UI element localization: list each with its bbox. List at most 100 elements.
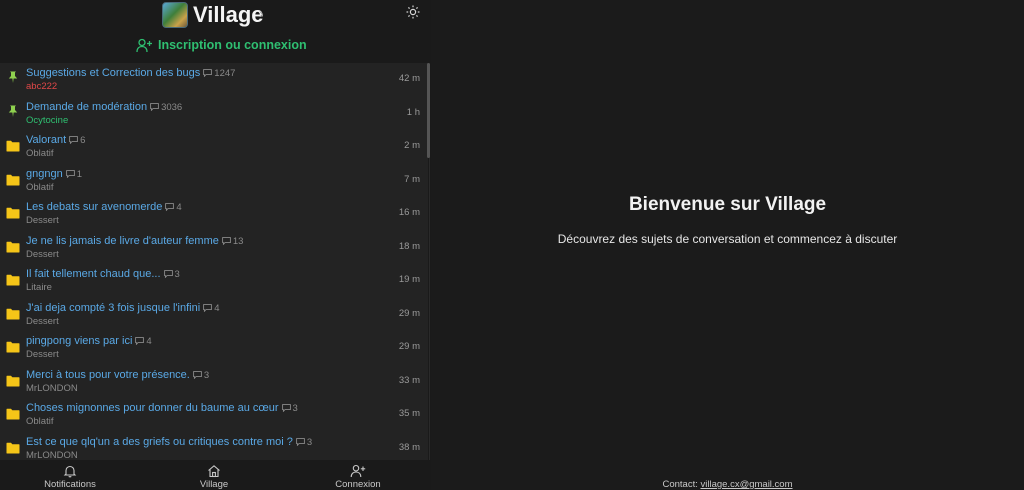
reply-count: 1 [65,168,83,180]
comment-icon [163,269,175,280]
comment-icon [222,236,233,247]
chevron-right-icon[interactable]: › [259,5,264,21]
topic-author[interactable]: Ocytocine [26,115,68,126]
reply-count: 4 [203,303,219,314]
topic-row[interactable]: Suggestions et Correction des bugs 1247 ab… [0,63,428,97]
topic-title[interactable]: Merci à tous pour votre présence. 3 [26,369,209,382]
topic-title[interactable]: Est ce que qlq'un a des griefs ou critiq… [26,436,312,449]
login-button[interactable]: Inscription ou connexion [136,36,307,54]
comment-icon [193,370,204,381]
topic-row[interactable]: pingpong viens par ici 4 Dessert 29 m [0,331,428,365]
topic-title-text: gngngn [26,167,63,180]
folder-icon [6,441,20,453]
reply-count: 1247 [203,68,235,79]
topic-author[interactable]: Oblatif [26,416,53,427]
reply-count-value: 4 [214,302,220,314]
comment-icon [65,169,77,180]
nav-notifications-label: Notifications [44,479,96,490]
topic-row[interactable]: Je ne lis jamais de livre d'auteur femme… [0,231,428,265]
reply-count: 3 [163,269,180,280]
topic-title[interactable]: gngngn 1 [26,168,82,181]
folder-icon [6,307,20,319]
reply-count-value: 3 [203,369,210,381]
folder-icon [6,139,20,152]
topic-author[interactable]: Dessert [26,316,59,327]
topic-time: 1 h [406,106,420,118]
topic-row[interactable]: Les debats sur avenomerde 4 Dessert 16 m [0,197,428,231]
user-plus-icon [350,464,366,478]
topic-title[interactable]: Suggestions et Correction des bugs 1247 [26,67,235,80]
topic-title[interactable]: J'ai deja compté 3 fois jusque l'infini 4 [26,302,219,315]
topic-time: 35 m [398,408,420,419]
reply-count-value: 6 [80,135,86,146]
reply-count-value: 1 [76,168,83,180]
village-logo[interactable] [162,2,188,28]
reply-count-value: 1247 [214,68,236,79]
topic-time: 16 m [398,207,420,218]
reply-count: 4 [165,202,182,213]
topic-row[interactable]: Il fait tellement chaud que... 3 Litaire 19… [0,264,428,298]
topic-author[interactable]: MrLONDON [26,450,78,461]
folder-icon [6,206,20,219]
topic-time: 19 m [398,274,420,285]
bell-icon [63,465,77,478]
topic-title[interactable]: Je ne lis jamais de livre d'auteur femme… [26,235,243,248]
scrollbar[interactable] [427,63,430,158]
topic-author[interactable]: abc222 [26,81,57,92]
topic-time: 2 m [404,140,420,151]
comment-icon [281,403,293,414]
topic-time: 33 m [398,374,420,386]
nav-village[interactable]: Village [164,464,264,490]
pin-icon [6,70,20,83]
topic-row[interactable]: Merci à tous pour votre présence. 3 MrLOND… [0,365,428,399]
reply-count-value: 3 [174,269,180,280]
topic-title-text: Suggestions et Correction des bugs [26,67,201,79]
reply-count: 4 [135,336,152,347]
reply-count: 6 [69,135,85,146]
topic-title[interactable]: Valorant 6 [26,134,85,147]
topic-title[interactable]: Les debats sur avenomerde 4 [26,201,182,214]
topic-row[interactable]: Est ce que qlq'un a des griefs ou critiq… [0,432,428,461]
nav-connexion[interactable]: Connexion [308,464,408,490]
topic-row[interactable]: Demande de modération 3036 Ocytocine 1 h [0,97,428,131]
contact-email-link[interactable]: village.cx@gmail.com [701,479,793,490]
reply-count-value: 3 [292,403,298,414]
topic-author[interactable]: Oblatif [26,148,53,159]
topic-title-text: Les debats sur avenomerde [26,201,163,213]
topic-author[interactable]: Dessert [26,249,59,260]
topic-author[interactable]: Oblatif [26,182,53,193]
comment-icon [69,135,80,146]
topic-title[interactable]: Il fait tellement chaud que... 3 [26,268,180,281]
topic-title-text: Choses mignonnes pour donner du baume au… [26,402,279,414]
pin-icon [6,104,20,117]
topic-title[interactable]: pingpong viens par ici 4 [26,335,152,348]
topic-title[interactable]: Choses mignonnes pour donner du baume au… [26,402,298,415]
main-panel: Bienvenue sur Village Découvrez des suje… [431,0,1024,490]
nav-connexion-label: Connexion [335,479,381,490]
topic-row[interactable]: Valorant 6 Oblatif 2 m [0,130,428,164]
topic-title[interactable]: Demande de modération 3036 [26,101,182,114]
folder-icon [6,240,20,252]
topic-title-text: pingpong viens par ici [26,335,133,347]
nav-notifications[interactable]: Notifications [20,464,120,490]
home-icon [208,465,220,478]
topic-author[interactable]: MrLONDON [26,383,78,394]
topic-row[interactable]: J'ai deja compté 3 fois jusque l'infini 4… [0,298,428,332]
topic-title-text: Il fait tellement chaud que... [26,268,161,280]
topic-author[interactable]: Litaire [26,282,52,293]
reply-count-value: 4 [146,336,152,347]
theme-toggle-sun-icon[interactable] [405,4,421,20]
welcome-title: Bienvenue sur Village [628,194,827,215]
topic-row[interactable]: Choses mignonnes pour donner du baume au… [0,398,428,432]
topic-time: 7 m [404,173,420,185]
login-label: Inscription ou connexion [158,38,307,52]
topic-time: 42 m [398,73,420,84]
reply-count-value: 3036 [161,101,183,113]
site-title[interactable]: Village [193,2,264,28]
topic-row[interactable]: gngngn 1 Oblatif 7 m [0,164,428,198]
topic-author[interactable]: Dessert [26,349,59,360]
topic-author[interactable]: Dessert [26,215,59,226]
contact-footer: Contact: village.cx@gmail.com [431,479,1024,490]
topic-title-text: Demande de modération [26,100,148,113]
topic-title-text: Valorant [26,134,67,146]
